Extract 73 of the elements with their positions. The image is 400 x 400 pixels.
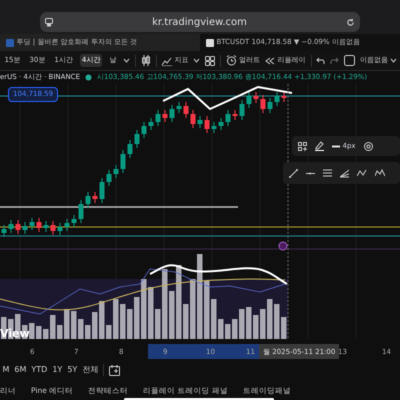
candle [134,130,140,148]
candle [240,100,244,120]
candle [184,102,188,118]
grid-add-icon[interactable] [298,142,307,150]
candle [282,92,286,102]
candle [128,140,132,158]
candles-icon[interactable] [140,55,151,66]
candle [246,92,252,108]
candle [36,218,42,232]
url-text: kr.tradingview.com [151,16,248,30]
page-icon [45,18,53,26]
parallel-lines-icon[interactable] [323,168,332,178]
reload-icon[interactable] [346,18,355,26]
candle [176,102,182,114]
candle [50,220,56,236]
chevron-down-icon[interactable] [123,58,130,63]
range-button[interactable]: 전체 [82,364,98,376]
layout-grid-icon[interactable] [205,56,216,66]
candle [58,222,62,236]
candle [30,218,34,230]
undo-icon[interactable] [316,56,325,64]
candle [226,110,230,126]
candle [162,110,168,122]
candle [100,178,104,204]
candle [218,118,224,130]
horizontal-ray-icon[interactable] [306,170,315,176]
site-icon [206,38,214,46]
candle [16,220,20,234]
range-button[interactable]: M [2,364,10,376]
candle [232,110,238,120]
redo-icon[interactable] [330,56,339,64]
candle [64,218,70,232]
candle [106,170,112,186]
candle [274,92,280,106]
trend-line-icon[interactable] [289,168,298,178]
candle [170,104,174,122]
candle [2,224,6,238]
candle [92,192,98,204]
site-icon [6,38,14,46]
candle [120,150,126,174]
candle [78,200,84,224]
candle [204,116,210,134]
candle [72,214,76,228]
candle [260,94,266,114]
candle [212,122,216,134]
candle [86,192,90,208]
address-bar[interactable]: kr.tradingview.com [40,12,360,32]
chart-icon [160,56,172,66]
rewind-icon [265,56,276,64]
candle [44,220,48,232]
pencil-icon[interactable] [315,141,324,151]
candle [114,164,118,178]
fan-lines-icon[interactable] [340,168,349,178]
candle [190,110,196,128]
range-button[interactable]: 6M [14,364,26,376]
settings-icon[interactable] [364,142,373,150]
candle [148,118,154,130]
candle [22,222,28,234]
candle [156,110,160,126]
square-icon[interactable] [344,55,355,66]
calendar-icon[interactable] [109,364,120,376]
candle [198,116,202,128]
candle [8,220,14,234]
range-button[interactable]: YTD [31,364,48,376]
range-button[interactable]: 5Y [67,364,78,376]
chevron-down-icon [390,58,398,63]
candle [268,98,272,114]
chevron-down-icon[interactable] [193,58,200,63]
candle [142,122,146,138]
candle [254,92,258,104]
range-button[interactable]: 1Y [52,364,62,376]
status-dot-icon [85,74,92,81]
alarm-clock-icon [226,55,237,66]
